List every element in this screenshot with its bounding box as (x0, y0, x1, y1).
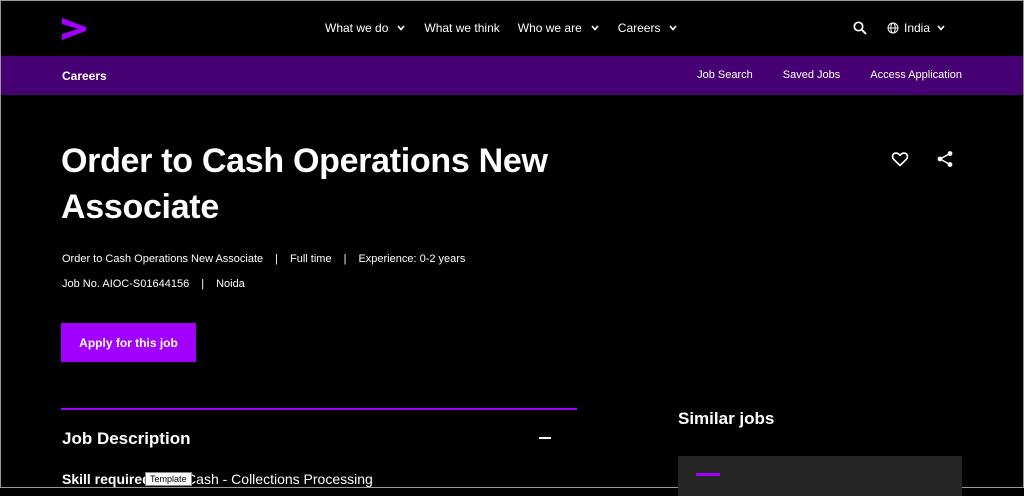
access-application-link[interactable]: Access Application (870, 69, 962, 81)
skill-value: to Cash - Collections Processing (170, 471, 373, 487)
job-experience: Experience: 0-2 years (358, 253, 466, 265)
nav-label: What we do (325, 21, 389, 35)
skill-required-line: Skill required to Cash - Collections Pro… (62, 471, 373, 487)
careers-subnav: Careers Job Search Saved Jobs Access App… (1, 56, 1023, 95)
nav-label: Who we are (517, 21, 582, 35)
nav-label: Careers (617, 21, 661, 35)
apply-button[interactable]: Apply for this job (61, 323, 196, 362)
nav-who-we-are[interactable]: Who we are (518, 21, 600, 35)
meta-separator: | (343, 253, 347, 265)
saved-jobs-link[interactable]: Saved Jobs (783, 69, 840, 81)
careers-home-link[interactable]: Careers (62, 69, 107, 83)
section-divider (61, 408, 577, 410)
job-meta-secondary: Job No. AIOC-S01644156 | Noida (62, 278, 245, 290)
card-accent-bar (696, 473, 720, 476)
similar-job-card[interactable] (678, 456, 962, 496)
chevron-down-icon (397, 25, 405, 31)
job-title: Order to Cash Operations New Associate (61, 142, 548, 226)
template-tooltip: Template (145, 472, 192, 486)
top-navigation: What we do What we think Who we are Care… (1, 1, 1023, 56)
meta-separator: | (201, 278, 205, 290)
main-nav: What we do What we think Who we are Care… (325, 21, 696, 35)
globe-icon (887, 22, 899, 34)
heart-icon[interactable] (891, 150, 909, 168)
chevron-down-icon (591, 25, 599, 31)
region-selector[interactable]: India (887, 21, 946, 35)
job-search-link[interactable]: Job Search (697, 69, 753, 81)
chevron-down-icon (937, 25, 945, 31)
skill-label: Skill required (62, 471, 151, 487)
share-icon[interactable] (936, 150, 954, 168)
accenture-logo-icon[interactable] (61, 16, 87, 42)
nav-what-we-think[interactable]: What we think (424, 21, 499, 35)
nav-what-we-do[interactable]: What we do (325, 21, 406, 35)
similar-jobs-heading: Similar jobs (678, 409, 775, 428)
job-type: Full time (290, 253, 332, 265)
subnav-links: Job Search Saved Jobs Access Application (667, 69, 962, 81)
chevron-down-icon (669, 25, 678, 31)
job-meta-primary: Order to Cash Operations New Associate |… (62, 253, 465, 265)
region-label: India (904, 21, 931, 35)
job-location: Noida (216, 278, 245, 290)
minus-icon[interactable] (539, 437, 551, 439)
meta-separator: | (275, 253, 279, 265)
nav-careers[interactable]: Careers (618, 21, 679, 35)
job-role: Order to Cash Operations New Associate (62, 253, 264, 265)
search-icon[interactable] (853, 21, 867, 35)
nav-label: What we think (424, 21, 500, 35)
job-number: Job No. AIOC-S01644156 (62, 278, 190, 290)
job-description-heading[interactable]: Job Description (62, 429, 190, 449)
